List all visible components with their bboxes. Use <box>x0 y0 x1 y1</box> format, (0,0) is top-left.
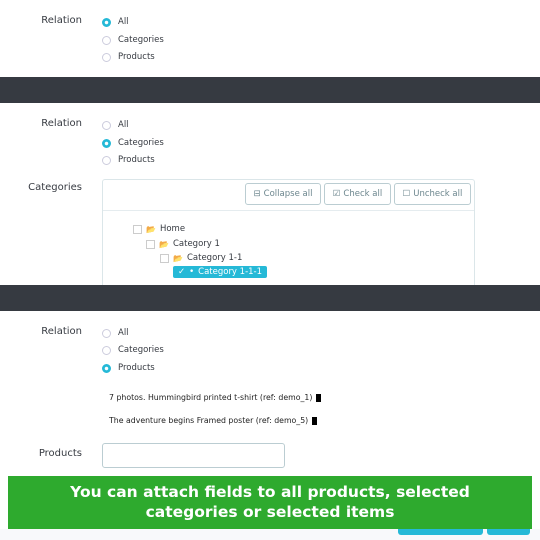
radio-icon <box>102 138 111 148</box>
banner-line: categories or selected items <box>145 503 395 521</box>
button-label: Collapse all <box>263 189 313 199</box>
product-item: The adventure begins Framed poster (ref:… <box>109 416 318 425</box>
checkbox[interactable] <box>146 239 155 249</box>
radio-label: Categories <box>118 345 164 355</box>
node-label: Home <box>159 224 186 234</box>
category-tree: ⊟ Collapse all ☑ Check all ☐ Uncheck all 📂 H… <box>102 179 475 291</box>
radio-label: Categories <box>118 138 164 148</box>
trash-icon[interactable] <box>312 416 318 425</box>
categories-label: Categories <box>28 182 82 193</box>
product-label: 7 photos. Hummingbird printed t-shirt (r… <box>109 393 313 402</box>
folder-open-icon: 📂 <box>159 239 169 249</box>
button-label: Check all <box>343 189 383 199</box>
products-input[interactable] <box>102 443 285 468</box>
radio-products-1[interactable]: Products <box>102 52 155 62</box>
checked-box-icon: ☑ <box>332 189 341 199</box>
radio-categories-3[interactable]: Categories <box>102 345 164 355</box>
relation-label-3: Relation <box>41 326 82 337</box>
radio-label: Products <box>118 363 155 373</box>
divider-bar <box>0 285 540 311</box>
radio-all-1[interactable]: All <box>102 17 129 27</box>
radio-label: All <box>118 328 129 338</box>
radio-icon <box>102 363 111 373</box>
tree-node-category-1-1[interactable]: 📂 Category 1-1 <box>160 253 242 263</box>
tree-node-category-1-1-1[interactable]: ✓ • Category 1-1-1 <box>173 266 268 278</box>
radio-products-3[interactable]: Products <box>102 363 155 373</box>
radio-all-3[interactable]: All <box>102 328 129 338</box>
trash-icon[interactable] <box>316 393 322 402</box>
radio-icon <box>102 120 111 130</box>
radio-categories-1[interactable]: Categories <box>102 35 164 45</box>
radio-products-2[interactable]: Products <box>102 155 155 165</box>
check-all-button[interactable]: ☑ Check all <box>324 183 391 205</box>
relation-label-1: Relation <box>41 15 82 26</box>
node-label: Category 1-1-1 <box>198 267 263 277</box>
radio-label: All <box>118 120 129 130</box>
bullet-icon: • <box>189 267 195 277</box>
tree-node-category-1[interactable]: 📂 Category 1 <box>146 239 220 249</box>
products-label: Products <box>38 448 82 459</box>
folder-open-icon: 📂 <box>173 253 183 263</box>
radio-label: Products <box>118 155 155 165</box>
save-button[interactable] <box>398 528 483 535</box>
promo-banner: You can attach fields to all products, s… <box>8 476 532 529</box>
node-label: Category 1 <box>172 239 220 249</box>
check-icon[interactable]: ✓ <box>178 267 185 277</box>
node-label: Category 1-1 <box>186 253 243 263</box>
radio-icon <box>102 328 111 338</box>
radio-icon <box>102 345 111 355</box>
tree-node-home[interactable]: 📂 Home <box>133 224 185 234</box>
checkbox[interactable] <box>160 253 169 263</box>
radio-icon <box>102 52 111 62</box>
secondary-button[interactable] <box>487 528 530 535</box>
radio-all-2[interactable]: All <box>102 120 129 130</box>
product-item: 7 photos. Hummingbird printed t-shirt (r… <box>109 393 322 402</box>
radio-icon <box>102 17 111 27</box>
uncheck-all-button[interactable]: ☐ Uncheck all <box>394 183 471 205</box>
folder-open-icon: 📂 <box>146 224 156 234</box>
radio-categories-2[interactable]: Categories <box>102 138 164 148</box>
collapse-all-button[interactable]: ⊟ Collapse all <box>245 183 321 205</box>
divider-bar <box>0 77 540 103</box>
banner-line: You can attach fields to all products, s… <box>70 483 470 501</box>
radio-label: Categories <box>118 35 164 45</box>
checkbox[interactable] <box>133 224 142 234</box>
collapse-icon: ⊟ <box>253 189 261 199</box>
empty-box-icon: ☐ <box>402 189 411 199</box>
radio-label: All <box>118 17 129 27</box>
button-label: Uncheck all <box>413 189 463 199</box>
radio-icon <box>102 155 111 165</box>
radio-icon <box>102 35 111 45</box>
product-label: The adventure begins Framed poster (ref:… <box>109 416 309 425</box>
radio-label: Products <box>118 52 155 62</box>
relation-label-2: Relation <box>41 118 82 129</box>
